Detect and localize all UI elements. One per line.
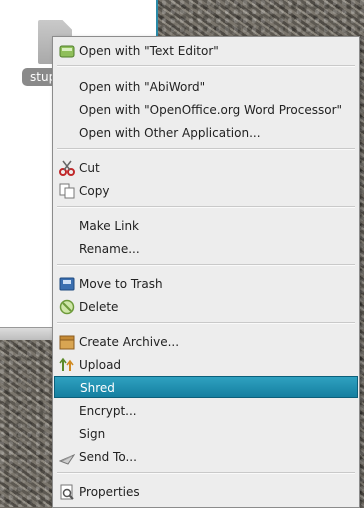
menu-item-upload[interactable]: Upload	[54, 354, 358, 376]
menu-item-label: Rename...	[79, 242, 140, 256]
menu-item-sign[interactable]: Sign	[54, 423, 358, 445]
menu-item-label: Cut	[79, 161, 100, 175]
menu-item-send-to[interactable]: Send To...	[54, 446, 358, 468]
menu-item-label: Move to Trash	[79, 277, 163, 291]
delete-icon	[59, 299, 75, 315]
scissors-icon	[59, 160, 75, 176]
menu-separator	[57, 322, 355, 324]
menu-item-cut[interactable]: Cut	[54, 157, 358, 179]
menu-item-encrypt[interactable]: Encrypt...	[54, 400, 358, 422]
menu-separator	[57, 264, 355, 266]
menu-item-move-to-trash[interactable]: Move to Trash	[54, 273, 358, 295]
menu-item-label: Delete	[79, 300, 119, 314]
menu-item-label: Properties	[79, 485, 140, 499]
menu-separator	[57, 148, 355, 150]
menu-separator	[57, 206, 355, 208]
menu-item-make-link[interactable]: Make Link	[54, 215, 358, 237]
menu-item-label: Create Archive...	[79, 335, 180, 349]
menu-separator	[57, 65, 355, 67]
menu-item-label: Shred	[80, 381, 115, 395]
menu-item-copy[interactable]: Copy	[54, 180, 358, 202]
menu-item-label: Open with "OpenOffice.org Word Processor…	[79, 103, 343, 117]
text-editor-icon	[59, 43, 75, 59]
menu-item-shred[interactable]: Shred	[54, 376, 358, 398]
properties-icon	[59, 484, 75, 500]
menu-item-label: Open with "Text Editor"	[79, 44, 219, 58]
menu-item-label: Copy	[79, 184, 110, 198]
archive-icon	[59, 334, 75, 350]
copy-icon	[59, 183, 75, 199]
menu-item-label: Open with "AbiWord"	[79, 80, 206, 94]
menu-item-open-other[interactable]: Open with Other Application...	[54, 122, 358, 144]
menu-item-label: Encrypt...	[79, 404, 137, 418]
menu-item-open-text-editor[interactable]: Open with "Text Editor"	[54, 40, 358, 62]
upload-icon	[59, 357, 75, 373]
context-menu: Open with "Text Editor" Open with "AbiWo…	[52, 36, 360, 508]
menu-item-delete[interactable]: Delete	[54, 296, 358, 318]
menu-item-label: Make Link	[79, 219, 139, 233]
menu-item-open-openoffice[interactable]: Open with "OpenOffice.org Word Processor…	[54, 99, 358, 121]
menu-item-label: Send To...	[79, 450, 137, 464]
menu-item-open-abiword[interactable]: Open with "AbiWord"	[54, 76, 358, 98]
menu-item-label: Sign	[79, 427, 106, 441]
menu-item-create-archive[interactable]: Create Archive...	[54, 331, 358, 353]
send-to-icon	[58, 449, 76, 465]
menu-item-properties[interactable]: Properties	[54, 481, 358, 503]
trash-icon	[59, 276, 75, 292]
menu-item-label: Upload	[79, 358, 122, 372]
menu-item-rename[interactable]: Rename...	[54, 238, 358, 260]
menu-separator	[57, 472, 355, 474]
menu-item-label: Open with Other Application...	[79, 126, 261, 140]
